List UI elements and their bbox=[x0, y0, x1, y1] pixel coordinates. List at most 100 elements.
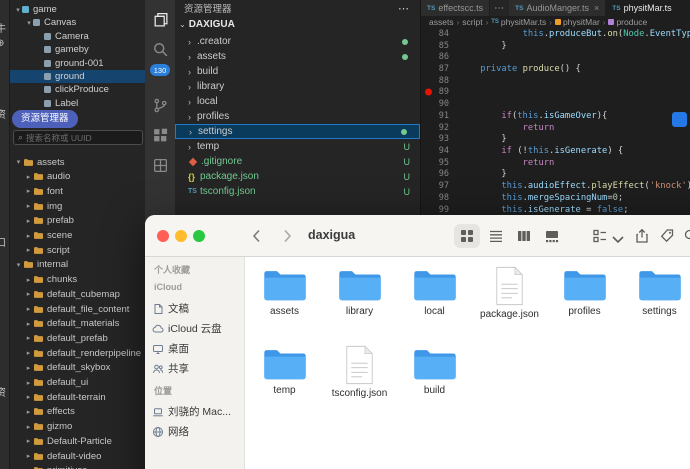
breadcrumb-item-physitMar.ts[interactable]: TS physitMar.ts bbox=[491, 17, 546, 27]
expand-arrow-icon[interactable]: ▸ bbox=[24, 334, 33, 342]
asset-tree-item-default_ui[interactable]: ▸ default_ui bbox=[10, 376, 145, 390]
finder-item-local[interactable]: local bbox=[397, 263, 472, 342]
breadcrumb-item-produce[interactable]: produce bbox=[608, 17, 647, 27]
group-button[interactable] bbox=[592, 228, 608, 249]
asset-search-input[interactable]: ⌕ 搜索名称或 UUID bbox=[13, 130, 143, 145]
expand-arrow-icon[interactable]: ▸ bbox=[24, 290, 33, 298]
asset-tree-item-default-terrain[interactable]: ▸ default-terrain bbox=[10, 390, 145, 404]
close-button[interactable] bbox=[157, 230, 169, 242]
gutter[interactable]: 99 bbox=[421, 205, 453, 215]
finder-item-library[interactable]: library bbox=[322, 263, 397, 342]
finder-item-profiles[interactable]: profiles bbox=[547, 263, 622, 342]
gutter[interactable]: 85 bbox=[421, 41, 453, 51]
expand-arrow-icon[interactable]: ▸ bbox=[24, 187, 33, 195]
asset-tree-item-default_file_content[interactable]: ▸ default_file_content bbox=[10, 302, 145, 316]
asset-tree-item-prefab[interactable]: ▸ prefab bbox=[10, 214, 145, 228]
expand-arrow-icon[interactable]: ▾ bbox=[14, 158, 23, 166]
gutter[interactable]: 95 bbox=[421, 158, 453, 168]
search-button[interactable] bbox=[683, 228, 690, 249]
tab-overflow-icon[interactable]: ⋯ bbox=[490, 0, 509, 16]
asset-tree-item-audio[interactable]: ▸ audio bbox=[10, 170, 145, 184]
breakpoint-dot[interactable] bbox=[425, 88, 432, 96]
hierarchy-node-clickProduce[interactable]: clickProduce bbox=[10, 83, 145, 96]
hierarchy-node-Label[interactable]: Label bbox=[10, 97, 145, 110]
project-root-row[interactable]: ⌄ DAXIGUA bbox=[175, 16, 420, 32]
gutter[interactable]: 90 bbox=[421, 99, 453, 109]
gutter[interactable]: 94 bbox=[421, 146, 453, 156]
asset-tree-item-default_skybox[interactable]: ▸ default_skybox bbox=[10, 361, 145, 375]
asset-tree-item-primitives[interactable]: ▸ primitives bbox=[10, 464, 145, 469]
tab-physitMar.ts[interactable]: TS physitMar.ts bbox=[606, 0, 690, 16]
gutter[interactable]: 86 bbox=[421, 52, 453, 62]
asset-tree-item-default-video[interactable]: ▸ default-video bbox=[10, 449, 145, 463]
explorer-item-build[interactable]: › build bbox=[175, 64, 420, 79]
sidebar-item-网络[interactable]: 网络 bbox=[152, 424, 189, 439]
tag-button[interactable] bbox=[659, 228, 675, 249]
explorer-item-package.json[interactable]: {} package.json U bbox=[175, 169, 420, 184]
asset-tree-item-effects[interactable]: ▸ effects bbox=[10, 405, 145, 419]
asset-tree-item-script[interactable]: ▸ script bbox=[10, 243, 145, 257]
zoom-button[interactable] bbox=[193, 230, 205, 242]
breadcrumb-item-assets[interactable]: assets bbox=[429, 17, 454, 27]
gutter[interactable]: 88 bbox=[421, 76, 453, 86]
expand-arrow-icon[interactable]: ▸ bbox=[24, 452, 33, 460]
explorer-item-library[interactable]: › library bbox=[175, 79, 420, 94]
asset-tree-item-assets[interactable]: ▾ assets bbox=[10, 155, 145, 169]
hierarchy-node-ground[interactable]: ground bbox=[10, 70, 145, 83]
explorer-item-.creator[interactable]: › .creator bbox=[175, 34, 420, 49]
expand-arrow-icon[interactable]: ▸ bbox=[24, 408, 33, 416]
tab-AudioManger.ts[interactable]: TS AudioManger.ts × bbox=[509, 0, 607, 16]
expand-arrow-icon[interactable]: ▸ bbox=[24, 393, 33, 401]
gutter[interactable]: 98 bbox=[421, 193, 453, 203]
breadcrumb-item-script[interactable]: script bbox=[462, 17, 482, 27]
explorer-item-profiles[interactable]: › profiles bbox=[175, 109, 420, 124]
asset-tree-item-internal[interactable]: ▾ internal bbox=[10, 258, 145, 272]
view-grid-button[interactable] bbox=[459, 228, 475, 249]
view-columns-button[interactable] bbox=[516, 228, 532, 249]
more-actions-icon[interactable]: ⋯ bbox=[398, 2, 410, 15]
breadcrumb-item-physitMar[interactable]: physitMar bbox=[554, 17, 600, 27]
sidebar-item-共享[interactable]: 共享 bbox=[152, 361, 189, 376]
finder-item-temp[interactable]: temp bbox=[247, 342, 322, 421]
sidebar-item-文稿[interactable]: 文稿 bbox=[152, 301, 189, 316]
share-button[interactable] bbox=[634, 228, 650, 249]
expand-arrow-icon[interactable]: ▸ bbox=[24, 437, 33, 445]
sidebar-item-刘骁的 Mac...[interactable]: 刘骁的 Mac... bbox=[152, 404, 231, 419]
hierarchy-node-Camera[interactable]: Camera bbox=[10, 30, 145, 43]
expand-arrow-icon[interactable]: ▸ bbox=[24, 217, 33, 225]
explorer-item-settings[interactable]: › settings bbox=[175, 124, 420, 139]
back-button[interactable] bbox=[249, 228, 265, 249]
editor-floating-button[interactable] bbox=[672, 112, 687, 127]
activity-extensions-icon[interactable] bbox=[145, 122, 175, 148]
expand-arrow-icon[interactable]: ▸ bbox=[24, 173, 33, 181]
view-gallery-button[interactable] bbox=[544, 228, 560, 249]
activity-search-icon[interactable] bbox=[145, 36, 175, 62]
forward-button[interactable] bbox=[279, 228, 295, 249]
hierarchy-node-Canvas[interactable]: ▾ Canvas bbox=[10, 16, 145, 29]
asset-tree-item-gizmo[interactable]: ▸ gizmo bbox=[10, 420, 145, 434]
gutter[interactable]: 92 bbox=[421, 123, 453, 133]
expand-arrow-icon[interactable]: ▾ bbox=[25, 19, 33, 27]
activity-source-control-icon[interactable] bbox=[145, 92, 175, 118]
finder-item-tsconfig.json[interactable]: tsconfig.json bbox=[322, 342, 397, 421]
minimize-button[interactable] bbox=[175, 230, 187, 242]
finder-item-build[interactable]: build bbox=[397, 342, 472, 421]
explorer-item-local[interactable]: › local bbox=[175, 94, 420, 109]
asset-tree-item-default_materials[interactable]: ▸ default_materials bbox=[10, 317, 145, 331]
expand-arrow-icon[interactable]: ▸ bbox=[24, 320, 33, 328]
assets-panel-tab[interactable]: 资源管理器 bbox=[12, 110, 78, 128]
sidebar-item-桌面[interactable]: 桌面 bbox=[152, 341, 189, 356]
expand-arrow-icon[interactable]: ▸ bbox=[24, 246, 33, 254]
gutter[interactable]: 84 bbox=[421, 29, 453, 39]
expand-arrow-icon[interactable]: ▸ bbox=[24, 423, 33, 431]
asset-tree-item-default_prefab[interactable]: ▸ default_prefab bbox=[10, 331, 145, 345]
expand-arrow-icon[interactable]: ▸ bbox=[24, 202, 33, 210]
hierarchy-node-game[interactable]: ▾ game bbox=[10, 3, 145, 16]
explorer-item-assets[interactable]: › assets bbox=[175, 49, 420, 64]
asset-tree-item-default_cubemap[interactable]: ▸ default_cubemap bbox=[10, 287, 145, 301]
gutter[interactable]: 93 bbox=[421, 134, 453, 144]
gutter[interactable]: 97 bbox=[421, 181, 453, 191]
hierarchy-node-ground-001[interactable]: ground-001 bbox=[10, 57, 145, 70]
explorer-item-tsconfig.json[interactable]: TS tsconfig.json U bbox=[175, 184, 420, 199]
asset-tree-item-default_renderpipeline[interactable]: ▸ default_renderpipeline bbox=[10, 346, 145, 360]
